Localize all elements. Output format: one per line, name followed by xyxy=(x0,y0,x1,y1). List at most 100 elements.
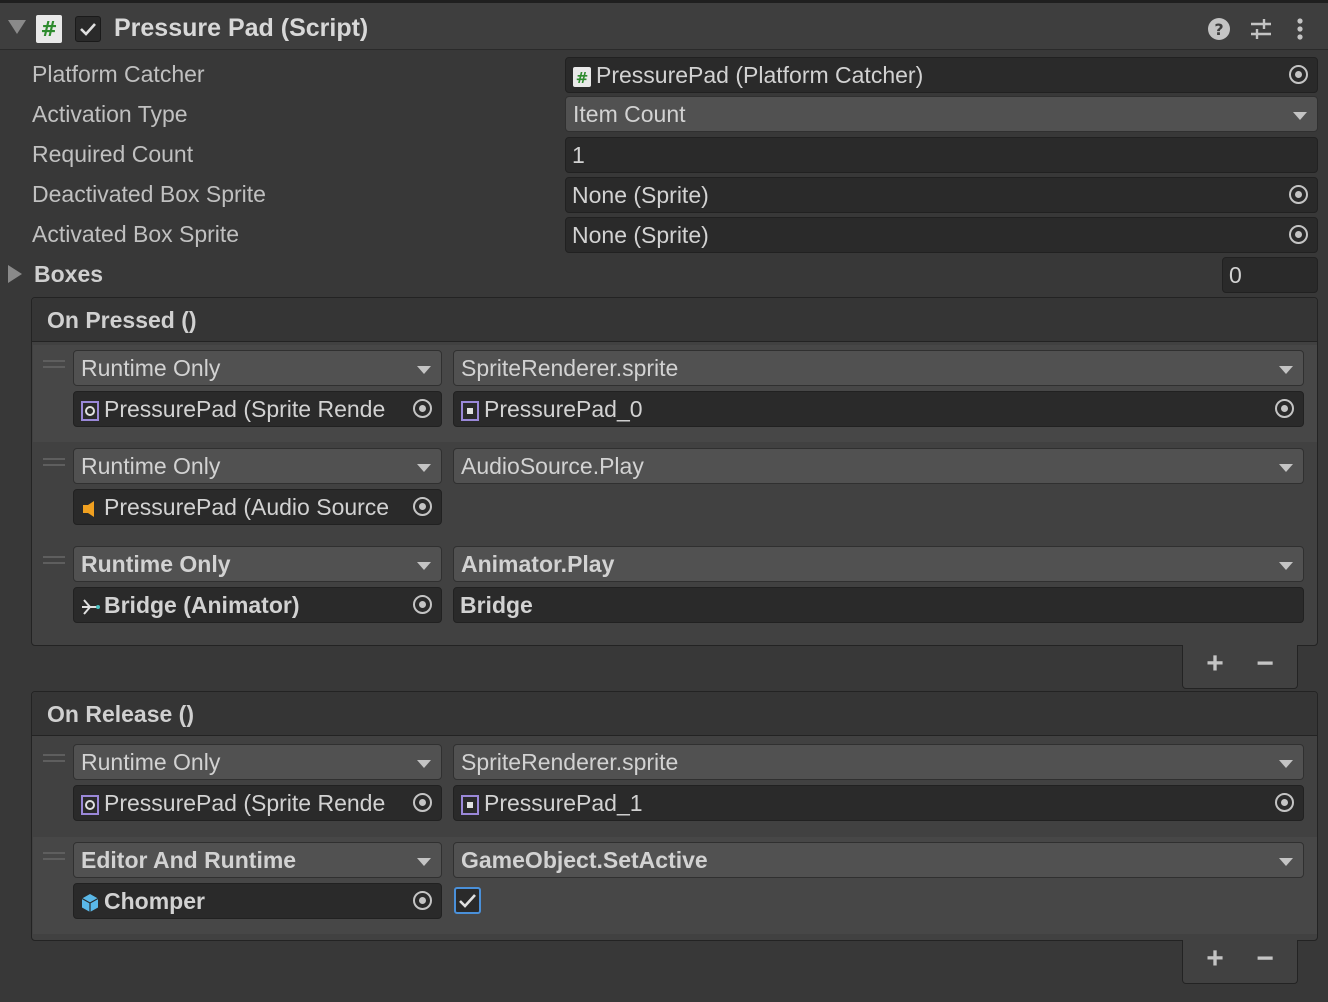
target-object-value: PressurePad (Sprite Rende xyxy=(104,396,386,422)
chevron-down-icon xyxy=(1279,464,1293,472)
preset-icon[interactable] xyxy=(1248,15,1274,43)
call-mode-value: Editor And Runtime xyxy=(81,847,297,873)
required-count-label: Required Count xyxy=(32,141,194,167)
drag-handle-icon[interactable] xyxy=(43,458,65,466)
chevron-down-icon xyxy=(1279,562,1293,570)
target-object-value: PressurePad (Sprite Rende xyxy=(104,790,386,816)
object-picker-icon[interactable] xyxy=(1281,178,1317,212)
remove-entry-button[interactable]: − xyxy=(1250,944,1280,974)
deactivated-box-sprite-value: None (Sprite) xyxy=(572,182,709,208)
deactivated-box-sprite-field[interactable]: None (Sprite) xyxy=(565,177,1318,213)
script-icon: # xyxy=(36,15,62,43)
call-mode-dropdown[interactable]: Runtime Only xyxy=(73,448,442,484)
svg-text:?: ? xyxy=(1214,20,1223,39)
object-picker-icon[interactable] xyxy=(1281,218,1317,252)
chevron-down-icon xyxy=(417,562,431,570)
on-release-event: On Release () Runtime Only SpriteRendere… xyxy=(31,691,1318,941)
object-picker-icon[interactable] xyxy=(405,884,441,918)
on-pressed-title: On Pressed () xyxy=(47,307,197,333)
target-object-field[interactable]: Chomper xyxy=(73,883,442,919)
argument-bool-checkbox[interactable] xyxy=(454,887,481,914)
function-dropdown[interactable]: Animator.Play xyxy=(453,546,1304,582)
object-picker-icon[interactable] xyxy=(1281,58,1317,92)
function-dropdown[interactable]: SpriteRenderer.sprite xyxy=(453,744,1304,780)
foldout-collapsed-icon[interactable] xyxy=(8,265,22,283)
sprite-renderer-icon xyxy=(81,400,99,421)
call-mode-dropdown[interactable]: Editor And Runtime xyxy=(73,842,442,878)
activated-box-sprite-label: Activated Box Sprite xyxy=(32,221,240,247)
platform-catcher-field[interactable]: # PressurePad (Platform Catcher) xyxy=(565,57,1318,93)
object-picker-icon[interactable] xyxy=(405,588,441,622)
chevron-down-icon xyxy=(1293,112,1307,120)
object-picker-icon[interactable] xyxy=(405,490,441,524)
activated-box-sprite-field[interactable]: None (Sprite) xyxy=(565,217,1318,253)
call-mode-value: Runtime Only xyxy=(81,551,231,577)
required-count-field[interactable]: 1 xyxy=(565,137,1318,173)
function-dropdown[interactable]: AudioSource.Play xyxy=(453,448,1304,484)
function-value: SpriteRenderer.sprite xyxy=(461,749,679,775)
argument-sprite-field[interactable]: PressurePad_0 xyxy=(453,391,1304,427)
activation-type-dropdown[interactable]: Item Count xyxy=(565,96,1318,132)
object-picker-icon[interactable] xyxy=(1267,786,1303,820)
remove-entry-button[interactable]: − xyxy=(1250,649,1280,679)
call-mode-dropdown[interactable]: Runtime Only xyxy=(73,350,442,386)
target-object-field[interactable]: Bridge (Animator) xyxy=(73,587,442,623)
call-mode-value: Runtime Only xyxy=(81,355,221,381)
checkmark-icon xyxy=(80,23,96,36)
function-value: Animator.Play xyxy=(461,551,615,577)
call-mode-value: Runtime Only xyxy=(81,749,221,775)
add-entry-button[interactable]: + xyxy=(1200,944,1230,974)
sprite-renderer-icon xyxy=(81,794,99,815)
function-value: SpriteRenderer.sprite xyxy=(461,355,679,381)
drag-handle-icon[interactable] xyxy=(43,360,65,368)
script-icon: # xyxy=(573,66,591,87)
on-pressed-event: On Pressed () Runtime Only SpriteRendere… xyxy=(31,297,1318,646)
on-pressed-entry-2: Runtime Only AudioSource.Play PressurePa… xyxy=(33,443,1317,540)
deactivated-box-sprite-label: Deactivated Box Sprite xyxy=(32,181,266,207)
sprite-icon xyxy=(461,400,479,421)
kebab-menu-icon[interactable] xyxy=(1288,15,1314,43)
on-pressed-entry-3: Runtime Only Animator.Play Bridge (Anima… xyxy=(33,541,1317,631)
chevron-down-icon xyxy=(417,760,431,768)
add-entry-button[interactable]: + xyxy=(1200,649,1230,679)
drag-handle-icon[interactable] xyxy=(43,556,65,564)
object-picker-icon[interactable] xyxy=(405,392,441,426)
chevron-down-icon xyxy=(1279,858,1293,866)
target-object-field[interactable]: PressurePad (Sprite Rende xyxy=(73,391,442,427)
function-dropdown[interactable]: SpriteRenderer.sprite xyxy=(453,350,1304,386)
object-picker-icon[interactable] xyxy=(405,786,441,820)
help-icon[interactable]: ? xyxy=(1206,15,1232,43)
argument-value: PressurePad_1 xyxy=(484,790,643,816)
audio-source-icon xyxy=(83,500,94,517)
boxes-label[interactable]: Boxes xyxy=(34,261,103,288)
argument-sprite-field[interactable]: PressurePad_1 xyxy=(453,785,1304,821)
sprite-icon xyxy=(461,794,479,815)
call-mode-value: Runtime Only xyxy=(81,453,221,479)
target-object-field[interactable]: PressurePad (Audio Source xyxy=(73,489,442,525)
function-dropdown[interactable]: GameObject.SetActive xyxy=(453,842,1304,878)
object-picker-icon[interactable] xyxy=(1267,392,1303,426)
argument-string-field[interactable]: Bridge xyxy=(453,587,1304,623)
on-release-entry-1: Runtime Only SpriteRenderer.sprite Press… xyxy=(33,739,1317,836)
activation-type-label: Activation Type xyxy=(32,101,188,127)
on-pressed-entry-1: Runtime Only SpriteRenderer.sprite Press… xyxy=(33,345,1317,442)
animator-icon xyxy=(82,599,100,615)
argument-value: PressurePad_0 xyxy=(484,396,643,422)
drag-handle-icon[interactable] xyxy=(43,754,65,762)
chevron-down-icon xyxy=(417,464,431,472)
call-mode-dropdown[interactable]: Runtime Only xyxy=(73,744,442,780)
target-object-field[interactable]: PressurePad (Sprite Rende xyxy=(73,785,442,821)
call-mode-dropdown[interactable]: Runtime Only xyxy=(73,546,442,582)
boxes-size-field[interactable]: 0 xyxy=(1222,257,1318,293)
on-release-title: On Release () xyxy=(47,701,194,727)
game-object-icon xyxy=(81,893,99,912)
component-enabled-checkbox[interactable] xyxy=(75,16,101,42)
on-pressed-header: On Pressed () xyxy=(32,298,1317,342)
drag-handle-icon[interactable] xyxy=(43,852,65,860)
chevron-down-icon xyxy=(417,366,431,374)
svg-text:#: # xyxy=(576,69,589,87)
platform-catcher-value: PressurePad (Platform Catcher) xyxy=(596,62,924,88)
foldout-expanded-icon[interactable] xyxy=(8,20,26,34)
on-release-header: On Release () xyxy=(32,692,1317,736)
component-header[interactable]: # Pressure Pad (Script) ? xyxy=(0,0,1328,50)
